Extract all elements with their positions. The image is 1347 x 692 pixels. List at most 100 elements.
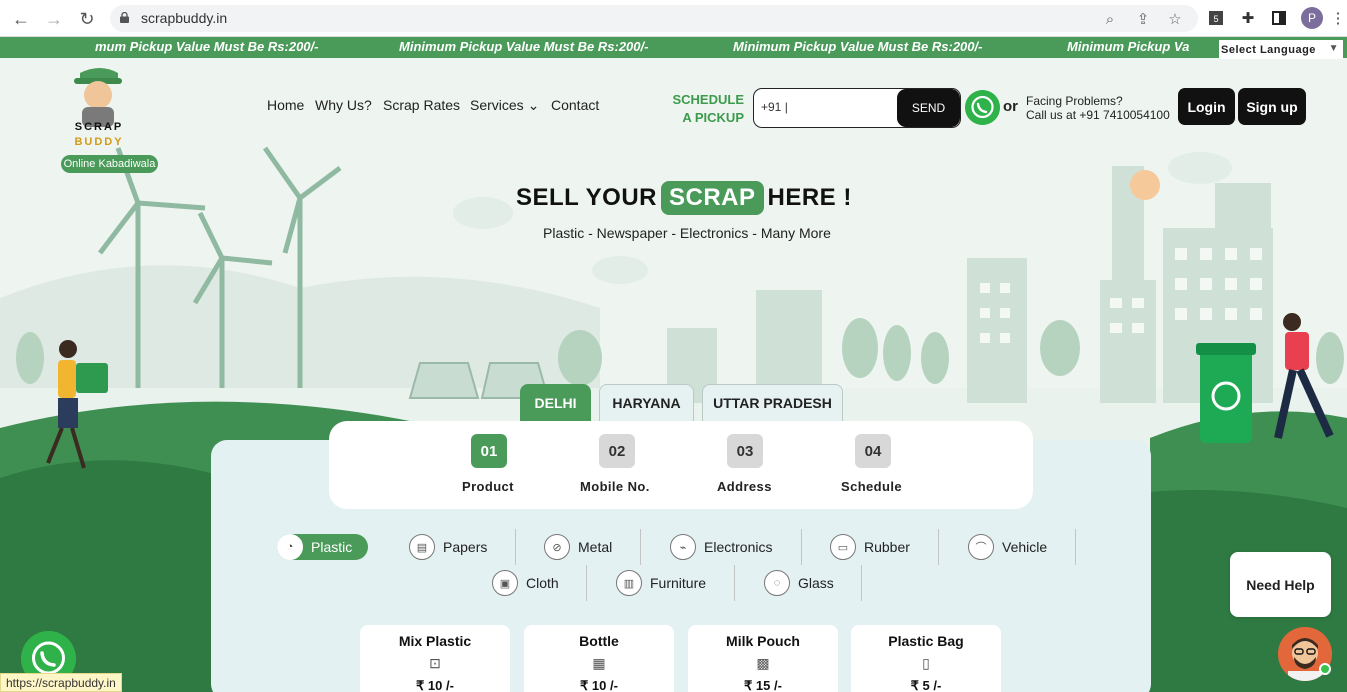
forward-icon[interactable]: → [41,6,67,32]
hero-title: SELL YOUR SCRAP HERE ! [516,181,852,215]
product-name: Bottle [579,633,619,649]
menu-kebab-icon[interactable]: ⋮ [1329,8,1347,28]
step-4-number[interactable]: 04 [855,434,891,468]
extension-icon[interactable]: 5 [1207,8,1225,28]
login-button[interactable]: Login [1178,88,1235,125]
step-3-label: Address [717,479,772,494]
side-panel-icon[interactable] [1270,8,1288,28]
reload-icon[interactable]: ↻ [74,6,100,32]
nav-contact[interactable]: Contact [551,97,599,113]
tab-uttar-pradesh[interactable]: UTTAR PRADESH [702,384,843,422]
logo-word-buddy: BUDDY [74,136,123,148]
nav-scrap-rates[interactable]: Scrap Rates [383,97,460,113]
product-card-plastic-bag[interactable]: Plastic Bag ▯ ₹ 5 /- [851,625,1001,692]
status-bar-url: https://scrapbuddy.in [0,673,122,692]
category-electronics[interactable]: ⌁ Electronics [670,534,772,560]
product-card-bottle[interactable]: Bottle ▦ ₹ 10 /- [524,625,674,692]
send-button[interactable]: SEND [897,89,960,127]
category-plastic[interactable]: ◔ Plastic [277,534,369,560]
category-label: Metal [578,539,613,555]
bottle-icon: ◔ [277,534,303,560]
logo-tagline-badge: Online Kabadiwala [61,155,158,173]
share-icon[interactable]: ⇪ [1133,9,1153,29]
category-glass[interactable]: ◌ Glass [764,570,834,596]
product-price: ₹ 10 /- [416,678,454,692]
tab-delhi[interactable]: DELHI [520,384,591,422]
plastic-bag-icon: ▯ [922,655,930,671]
product-name: Milk Pouch [726,633,800,649]
lock-icon [120,12,129,23]
signup-button[interactable]: Sign up [1238,88,1306,125]
schedule-line-2: A PICKUP [682,110,744,125]
divider [938,529,939,565]
hero-title-here: HERE ! [767,184,852,211]
product-card-milk-pouch[interactable]: Milk Pouch ▩ ₹ 15 /- [688,625,838,692]
url-text: scrapbuddy.in [141,10,228,26]
profile-initial: P [1307,11,1316,25]
need-help-button[interactable]: Need Help [1230,552,1331,617]
bottle-icon: ▦ [592,655,606,671]
step-2-label: Mobile No. [580,479,650,494]
product-price: ₹ 5 /- [910,678,942,692]
announcement-marquee: mum Pickup Value Must Be Rs:200/- Minimu… [0,37,1347,58]
hero-title-scrap-pill: SCRAP [660,181,764,215]
whatsapp-icon[interactable] [965,90,1000,125]
address-bar[interactable]: scrapbuddy.in ⌕ ⇪ ☆ [110,5,1198,32]
language-select[interactable]: Select Language ▼ [1219,40,1343,59]
chevron-down-icon: ⌄ [527,97,540,113]
tab-haryana[interactable]: HARYANA [599,384,694,422]
category-rubber[interactable]: ▭ Rubber [830,534,910,560]
category-label: Papers [443,539,488,555]
booking-steps [329,421,1033,509]
nav-why-us[interactable]: Why Us? [315,97,372,113]
phone-input-value: +91 | [761,100,788,114]
step-4-label: Schedule [841,479,902,494]
logo-word-scrap: SCRAP [75,121,124,133]
divider [640,529,641,565]
category-vehicle[interactable]: ⌒ Vehicle [968,534,1047,560]
divider [861,565,862,601]
product-name: Plastic Bag [888,633,964,649]
category-label: Cloth [526,575,559,591]
step-3-number[interactable]: 03 [727,434,763,468]
glass-icon: ◌ [764,570,790,596]
puzzle-extensions-icon[interactable]: ✚ [1239,8,1257,28]
category-papers[interactable]: ▤ Papers [409,534,487,560]
divider [801,529,802,565]
product-card-mix-plastic[interactable]: Mix Plastic ⊡ ₹ 10 /- [360,625,510,692]
product-price: ₹ 10 /- [580,678,618,692]
step-2-number[interactable]: 02 [599,434,635,468]
category-furniture[interactable]: ▥ Furniture [616,570,706,596]
rubber-icon: ▭ [830,534,856,560]
category-label: Plastic [311,539,353,555]
step-1-label: Product [462,479,514,494]
cloth-icon: ▣ [492,570,518,596]
zoom-icon[interactable]: ⌕ [1100,9,1120,29]
svg-text:5: 5 [1213,14,1218,24]
marquee-item: mum Pickup Value Must Be Rs:200/- [95,39,319,54]
divider [515,529,516,565]
product-price: ₹ 15 /- [744,678,782,692]
divider [734,565,735,601]
furniture-icon: ▥ [616,570,642,596]
product-name: Mix Plastic [398,633,472,649]
category-metal[interactable]: ⊘ Metal [544,534,612,560]
profile-avatar[interactable]: P [1301,7,1323,29]
nav-services-label: Services [470,97,524,113]
support-contact-text: Facing Problems? Call us at +91 74100541… [1026,94,1170,122]
category-label: Glass [798,575,834,591]
nav-home[interactable]: Home [267,97,304,113]
category-cloth[interactable]: ▣ Cloth [492,570,559,596]
category-label: Vehicle [1002,539,1048,555]
or-separator: or [1003,98,1018,115]
schedule-line-1: SCHEDULE [672,92,744,107]
divider [586,565,587,601]
category-label: Electronics [704,539,773,555]
nav-services[interactable]: Services ⌄ [470,97,539,114]
online-status-dot [1319,663,1331,675]
back-icon[interactable]: ← [8,6,34,32]
step-1-number[interactable]: 01 [471,434,507,468]
bookmark-star-icon[interactable]: ☆ [1165,9,1185,29]
milk-pouch-icon: ▩ [756,655,770,671]
category-label: Rubber [864,539,910,555]
